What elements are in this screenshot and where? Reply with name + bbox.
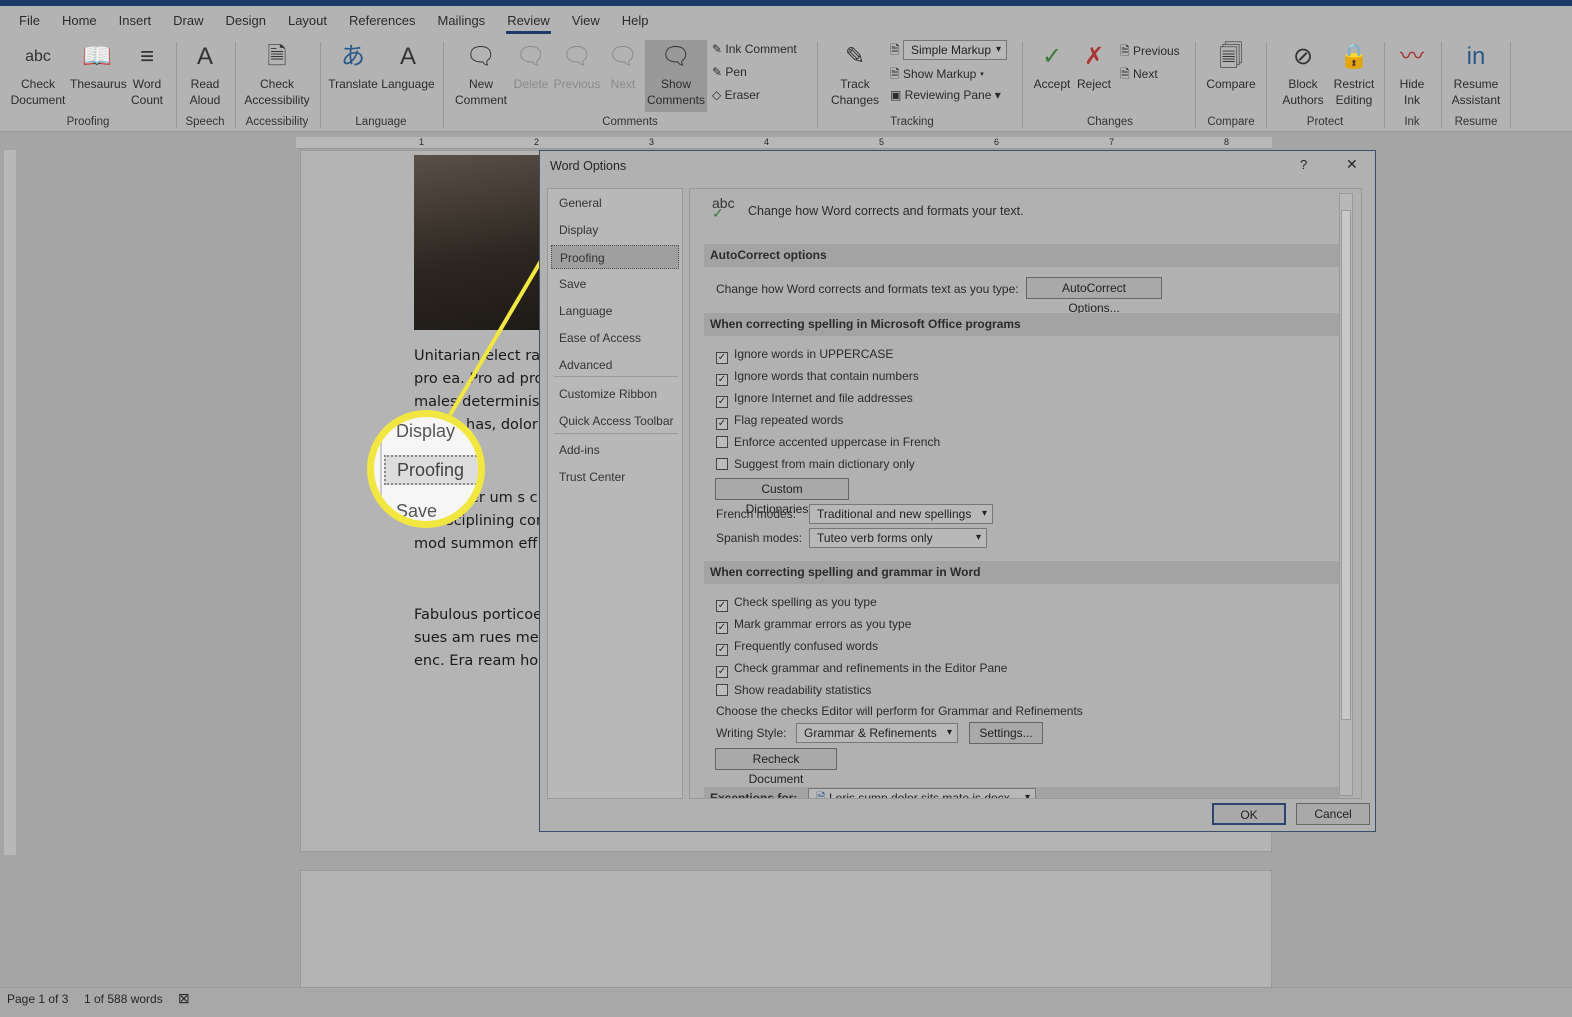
proofing-callout-magnifier: Display Proofing Save — [367, 410, 485, 528]
nav-advanced[interactable]: Advanced — [551, 353, 679, 377]
status-bar: Page 1 of 3 1 of 588 words ⊠ — [0, 987, 1572, 1017]
checkbox-option[interactable]: ✓ Frequently confused words — [716, 639, 878, 656]
nav-divider — [554, 376, 678, 377]
cancel-button[interactable]: Cancel — [1296, 803, 1370, 825]
panel-header: Change how Word corrects and formats you… — [748, 204, 1024, 218]
checkbox-option[interactable]: Show readability statistics — [716, 683, 871, 697]
dialog-title: Word Options — [550, 159, 627, 173]
callout-save: Save — [396, 501, 438, 521]
options-nav: General Display Proofing Save Language Ease o… — [547, 188, 683, 799]
nav-save[interactable]: Save — [551, 272, 679, 296]
word-options-dialog: Word Options ? ✕ General Display Proofing S… — [539, 150, 1376, 832]
checkbox-option[interactable]: ✓ Flag repeated words — [716, 413, 843, 430]
checkbox-option[interactable]: ✓ Mark grammar errors as you type — [716, 617, 911, 634]
recheck-document-button[interactable]: Recheck Document — [715, 748, 837, 786]
word-doc-icon: 🗎 — [816, 791, 829, 799]
writing-style-select[interactable]: Grammar & Refinements — [796, 723, 958, 743]
scrollbar-thumb[interactable] — [1341, 210, 1351, 720]
checkbox-option[interactable]: ✓ Ignore words in UPPERCASE — [716, 347, 893, 364]
checkbox-unchecked[interactable] — [716, 436, 728, 448]
checkbox-option[interactable]: ✓ Ignore Internet and file addresses — [716, 391, 913, 408]
panel-scrollbar[interactable] — [1339, 193, 1353, 796]
checkbox-checked[interactable]: ✓ — [716, 418, 728, 430]
checkbox-checked[interactable]: ✓ — [716, 622, 728, 634]
nav-trust-center[interactable]: Trust Center — [551, 465, 679, 489]
french-modes-label: French modes: — [716, 507, 797, 521]
checkbox-checked[interactable]: ✓ — [716, 352, 728, 364]
checkbox-checked[interactable]: ✓ — [716, 644, 728, 656]
settings-button[interactable]: Settings... — [969, 722, 1043, 744]
page-count[interactable]: Page 1 of 3 — [7, 992, 68, 1006]
nav-divider — [554, 433, 678, 434]
checkbox-option[interactable]: Enforce accented uppercase in French — [716, 435, 940, 449]
autocorrect-label: Change how Word corrects and formats tex… — [716, 282, 1019, 296]
section-office-spelling: When correcting spelling in Microsoft Of… — [704, 313, 1339, 336]
exceptions-select[interactable]: 🗎 Loris sump dolor sits mate is.docx — [808, 788, 1036, 799]
nav-customize-ribbon[interactable]: Customize Ribbon — [551, 382, 679, 406]
section-word-spelling: When correcting spelling and grammar in … — [704, 561, 1339, 584]
writing-style-label: Writing Style: — [716, 726, 787, 740]
spanish-modes-label: Spanish modes: — [716, 531, 803, 545]
checkbox-checked[interactable]: ✓ — [716, 374, 728, 386]
nav-quick-access-toolbar[interactable]: Quick Access Toolbar — [551, 409, 679, 433]
checkbox-checked[interactable]: ✓ — [716, 396, 728, 408]
ok-button[interactable]: OK — [1212, 803, 1286, 825]
checkbox-option[interactable]: ✓ Check grammar and refinements in the Ed… — [716, 661, 1007, 678]
section-autocorrect: AutoCorrect options — [704, 244, 1339, 267]
checkbox-unchecked[interactable] — [716, 458, 728, 470]
abc-check-icon: abc ✓ — [712, 195, 735, 221]
checkbox-option[interactable]: Suggest from main dictionary only — [716, 457, 915, 471]
nav-language[interactable]: Language — [551, 299, 679, 323]
close-button[interactable]: ✕ — [1346, 156, 1358, 173]
checkbox-unchecked[interactable] — [716, 684, 728, 696]
proofing-panel: abc ✓ Change how Word corrects and format… — [689, 188, 1362, 799]
nav-general[interactable]: General — [551, 191, 679, 215]
nav-add-ins[interactable]: Add-ins — [551, 438, 679, 462]
checkbox-option[interactable]: ✓ Ignore words that contain numbers — [716, 369, 919, 386]
proofing-status-icon[interactable]: ⊠ — [178, 990, 190, 1007]
nav-proofing[interactable]: Proofing — [551, 245, 679, 269]
nav-display[interactable]: Display — [551, 218, 679, 242]
autocorrect-options-button[interactable]: AutoCorrect Options... — [1026, 277, 1162, 315]
custom-dictionaries-button[interactable]: Custom Dictionaries... — [715, 478, 849, 516]
editor-checks-text: Choose the checks Editor will perform fo… — [716, 704, 1083, 718]
checkbox-checked[interactable]: ✓ — [716, 600, 728, 612]
french-modes-select[interactable]: Traditional and new spellings — [809, 504, 993, 524]
callout-display: Display — [396, 421, 456, 441]
help-button[interactable]: ? — [1300, 157, 1307, 172]
nav-ease-of-access[interactable]: Ease of Access — [551, 326, 679, 350]
checkbox-option[interactable]: ✓ Check spelling as you type — [716, 595, 877, 612]
checkbox-checked[interactable]: ✓ — [716, 666, 728, 678]
spanish-modes-select[interactable]: Tuteo verb forms only — [809, 528, 987, 548]
callout-proofing: Proofing — [384, 455, 478, 485]
word-count[interactable]: 1 of 588 words — [84, 992, 163, 1006]
